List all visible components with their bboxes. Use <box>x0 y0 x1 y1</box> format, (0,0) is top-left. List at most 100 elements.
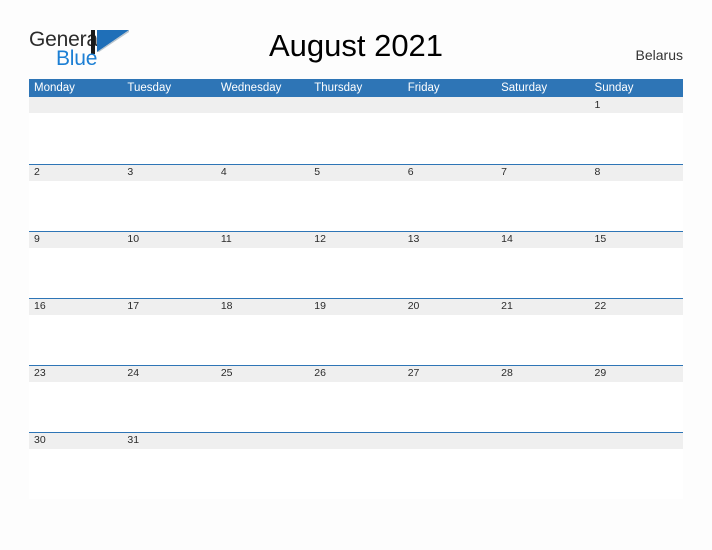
day-cell[interactable]: 26 <box>309 364 403 432</box>
calendar-grid: Monday Tuesday Wednesday Thursday Friday… <box>29 79 683 499</box>
day-number: 17 <box>127 300 140 312</box>
calendar-week-row: 30 31 <box>29 431 683 499</box>
day-cell[interactable]: 29 <box>589 364 683 432</box>
day-number: 25 <box>220 367 233 379</box>
day-number: 4 <box>220 166 227 178</box>
day-cell[interactable]: 10 <box>122 230 216 298</box>
day-number: 10 <box>127 233 140 245</box>
day-cell[interactable]: 2 <box>29 163 123 231</box>
day-number: 19 <box>314 300 326 312</box>
day-number: 6 <box>407 166 414 178</box>
day-cell[interactable] <box>402 97 497 164</box>
day-cell[interactable] <box>496 431 590 499</box>
day-cell[interactable]: 30 <box>29 431 123 499</box>
day-cell[interactable]: 4 <box>215 163 310 231</box>
weekday-header-wednesday: Wednesday <box>215 79 310 97</box>
day-number: 9 <box>34 233 40 245</box>
day-cell[interactable]: 15 <box>589 230 683 298</box>
calendar-week-row: 16 17 18 19 20 21 22 <box>29 297 683 365</box>
day-number: 20 <box>407 300 420 312</box>
day-number: 23 <box>34 367 46 379</box>
day-cell[interactable]: 31 <box>122 431 216 499</box>
day-number: 3 <box>127 166 134 178</box>
weekday-header-thursday: Thursday <box>309 79 403 97</box>
day-cell[interactable]: 11 <box>215 230 310 298</box>
day-number: 31 <box>127 434 140 446</box>
calendar-header-row: Monday Tuesday Wednesday Thursday Friday… <box>29 79 683 97</box>
day-number: 14 <box>501 233 513 245</box>
day-number: 2 <box>34 166 40 178</box>
day-number <box>122 97 215 100</box>
day-cell[interactable]: 13 <box>402 230 497 298</box>
calendar-body: 1 2 3 4 5 6 7 8 9 10 11 12 13 14 15 16 1… <box>29 97 683 499</box>
day-cell[interactable]: 23 <box>29 364 123 432</box>
day-cell[interactable] <box>496 97 590 164</box>
calendar-week-row: 23 24 25 26 27 28 29 <box>29 364 683 432</box>
day-number <box>496 97 589 100</box>
day-cell[interactable] <box>309 97 403 164</box>
calendar-week-row: 1 <box>29 97 683 164</box>
day-number <box>403 433 496 436</box>
day-number: 15 <box>594 233 607 245</box>
weekday-header-monday: Monday <box>29 79 123 97</box>
day-cell[interactable]: 24 <box>122 364 216 432</box>
day-cell[interactable]: 16 <box>29 297 123 365</box>
day-number <box>216 97 309 100</box>
day-cell[interactable]: 1 <box>589 97 683 164</box>
day-cell[interactable] <box>122 97 216 164</box>
day-number: 29 <box>594 367 607 379</box>
day-cell[interactable]: 8 <box>589 163 683 231</box>
day-number: 18 <box>220 300 233 312</box>
weekday-header-tuesday: Tuesday <box>122 79 216 97</box>
day-number: 16 <box>34 300 46 312</box>
day-cell[interactable]: 28 <box>496 364 590 432</box>
day-number <box>309 97 402 100</box>
day-cell[interactable]: 25 <box>215 364 310 432</box>
day-cell[interactable]: 22 <box>589 297 683 365</box>
day-number <box>496 433 589 436</box>
day-cell[interactable]: 3 <box>122 163 216 231</box>
day-cell[interactable] <box>215 97 310 164</box>
weekday-header-sunday: Sunday <box>589 79 683 97</box>
country-label: Belarus <box>635 47 683 63</box>
day-cell[interactable]: 17 <box>122 297 216 365</box>
day-number <box>216 433 309 436</box>
day-number: 7 <box>501 166 507 178</box>
day-cell[interactable]: 18 <box>215 297 310 365</box>
day-number: 28 <box>501 367 513 379</box>
calendar-week-row: 2 3 4 5 6 7 8 <box>29 163 683 231</box>
page-header: General Blue August 2021 Belarus <box>0 0 712 79</box>
day-cell[interactable]: 6 <box>402 163 497 231</box>
day-cell[interactable] <box>589 431 683 499</box>
day-number <box>590 433 683 436</box>
day-number: 21 <box>501 300 513 312</box>
day-cell[interactable] <box>215 431 310 499</box>
day-number: 24 <box>127 367 140 379</box>
day-cell[interactable]: 12 <box>309 230 403 298</box>
day-cell[interactable]: 27 <box>402 364 497 432</box>
day-number: 30 <box>34 434 46 446</box>
day-cell[interactable] <box>29 97 123 164</box>
page-title: August 2021 <box>268 28 444 63</box>
day-cell[interactable] <box>402 431 497 499</box>
day-number: 27 <box>407 367 420 379</box>
day-cell[interactable] <box>309 431 403 499</box>
day-number: 5 <box>314 166 321 178</box>
day-cell[interactable]: 5 <box>309 163 403 231</box>
day-cell[interactable]: 21 <box>496 297 590 365</box>
day-number: 12 <box>314 233 326 245</box>
day-cell[interactable]: 7 <box>496 163 590 231</box>
day-cell[interactable]: 20 <box>402 297 497 365</box>
day-number <box>309 433 402 436</box>
day-number: 1 <box>594 98 601 111</box>
day-number: 8 <box>594 166 601 178</box>
day-cell[interactable]: 19 <box>309 297 403 365</box>
day-cell[interactable]: 9 <box>29 230 123 298</box>
weekday-header-friday: Friday <box>402 79 497 97</box>
day-number: 22 <box>594 300 607 312</box>
calendar-table: Monday Tuesday Wednesday Thursday Friday… <box>29 79 683 499</box>
day-number: 26 <box>314 367 326 379</box>
day-number: 11 <box>220 233 232 245</box>
day-cell[interactable]: 14 <box>496 230 590 298</box>
day-number: 13 <box>407 233 420 245</box>
